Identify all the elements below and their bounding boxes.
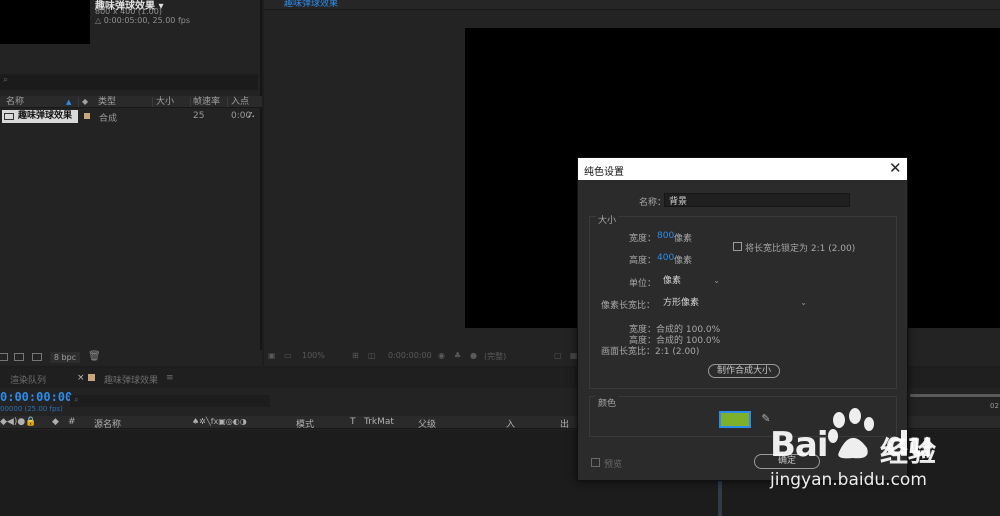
units-dropdown[interactable]: 像素 ⌄	[659, 274, 724, 288]
timeline-timecode[interactable]: 0:00:00:00	[0, 390, 72, 404]
comp-duration: △ 0:00:05:00, 25.00 fps	[95, 16, 191, 25]
col-mode[interactable]: 模式	[296, 417, 314, 430]
solid-name-input[interactable]	[664, 193, 850, 207]
project-panel: 趣味弹球效果 ▾ 800 x 400 (1.00) △ 0:00:05:00, …	[0, 0, 262, 366]
show-snapshot-icon[interactable]: ♣	[454, 351, 461, 360]
project-item-type: 合成	[99, 114, 118, 124]
grid-icon[interactable]: ⊞	[352, 351, 359, 360]
viewer-tabbar: 趣味弹球效果	[264, 0, 1000, 10]
project-search-input[interactable]: ⌕	[0, 74, 258, 90]
size-group-label: 大小	[596, 213, 619, 226]
height-unit: 像素	[674, 256, 693, 266]
col-size[interactable]: 大小	[156, 96, 174, 108]
pixel-aspect-dropdown[interactable]: 方形像素 ⌄	[659, 296, 811, 310]
bit-depth-button[interactable]: 8 bpc	[50, 352, 80, 363]
composition-icon	[4, 113, 14, 120]
label-color-swatch[interactable]	[84, 113, 90, 119]
project-column-header: 名称 ▲ ◆ 类型 大小 帧速率 入点	[0, 96, 262, 108]
width-unit: 像素	[674, 234, 693, 244]
av-switch-icons[interactable]: ◆◀)●🔒	[0, 417, 36, 427]
comp-dimensions: 800 x 400 (1.00)	[95, 7, 162, 16]
search-icon: ⌕	[74, 395, 79, 404]
time-ruler-label: 02	[990, 402, 999, 410]
timeline-frame-count: 00000 (25.00 fps)	[0, 405, 63, 413]
label-tag-icon[interactable]: ◆	[82, 96, 88, 108]
chevron-down-icon: ⌄	[713, 276, 720, 285]
tab-close-icon[interactable]: ×	[77, 373, 85, 383]
col-in[interactable]: 入点	[231, 96, 249, 108]
project-item-fps: 25	[193, 111, 205, 121]
height-value[interactable]: 400	[657, 253, 674, 263]
sort-arrow-icon[interactable]: ▲	[66, 96, 71, 108]
lock-aspect-label: 将长宽比锁定为 2:1 (2.00)	[745, 244, 856, 254]
pixel-aspect-label: 像素长宽比：	[601, 301, 656, 311]
switches-icons[interactable]: ♠✲╲fx▣◎◐◑	[192, 417, 247, 426]
interpret-footage-icon[interactable]	[0, 353, 8, 361]
snapshot-icon[interactable]: ◉	[438, 351, 445, 360]
info-frame-aspect: 画面长宽比：2:1 (2.00)	[601, 347, 700, 357]
mask-icon[interactable]: ◫	[368, 351, 376, 360]
dialog-titlebar[interactable]: 纯色设置 ✕	[578, 158, 907, 180]
tab-comp-swatch	[88, 374, 95, 381]
close-icon[interactable]: ✕	[889, 159, 902, 177]
label-tag-icon[interactable]: ◆	[52, 417, 59, 427]
col-source-name[interactable]: 源名称	[94, 417, 121, 430]
col-fps[interactable]: 帧速率	[193, 96, 220, 108]
panel-menu-icon[interactable]: ≡	[166, 373, 174, 383]
flowchart-icon[interactable]: ⛬	[248, 110, 254, 120]
comp-thumbnail	[0, 0, 90, 44]
trash-icon[interactable]: 🗑	[88, 351, 101, 362]
watermark-url: jingyan.baidu.com	[770, 470, 927, 490]
tab-comp-timeline[interactable]: 趣味弹球效果	[104, 373, 158, 386]
new-comp-icon[interactable]	[32, 353, 42, 361]
region-icon[interactable]: ▢	[554, 351, 562, 360]
width-value[interactable]: 800	[657, 231, 674, 241]
color-group-label: 颜色	[596, 396, 619, 409]
always-preview-icon[interactable]: ▣	[268, 351, 276, 360]
project-footer: 8 bpc 🗑	[0, 350, 262, 366]
search-icon: ⌕	[3, 75, 9, 85]
color-channel-icon[interactable]: ●	[470, 351, 477, 360]
col-number[interactable]: #	[68, 417, 76, 427]
col-type[interactable]: 类型	[98, 96, 116, 108]
col-t[interactable]: T	[350, 417, 356, 427]
make-comp-size-button[interactable]: 制作合成大小	[708, 364, 780, 378]
chevron-down-icon: ⌄	[800, 298, 807, 307]
height-label: 高度：	[629, 256, 657, 266]
width-label: 宽度：	[629, 234, 657, 244]
watermark-cn: 经验	[880, 435, 937, 468]
dialog-title: 纯色设置	[584, 167, 624, 178]
preview-checkbox[interactable]	[591, 458, 600, 467]
new-folder-icon[interactable]	[14, 353, 24, 361]
col-name[interactable]: 名称	[6, 96, 24, 108]
quality-dropdown[interactable]: (完整)	[484, 351, 506, 362]
col-parent[interactable]: 父级	[418, 417, 436, 430]
color-swatch[interactable]	[719, 411, 751, 428]
col-out[interactable]: 出	[560, 417, 569, 430]
pixel-aspect-value: 方形像素	[663, 298, 700, 308]
timeline-search-input[interactable]: ⌕	[70, 395, 270, 407]
units-value: 像素	[663, 276, 682, 286]
project-item-row[interactable]: 趣味弹球效果 合成 25 0:00 ⛬	[0, 110, 262, 124]
lock-aspect-checkbox[interactable]	[733, 242, 742, 251]
viewer-timecode[interactable]: 0:00:00:00	[388, 351, 432, 360]
name-label: 名称：	[639, 198, 667, 208]
col-trkmat[interactable]: TrkMat	[364, 417, 394, 427]
preview-label: 预览	[604, 460, 623, 470]
col-in[interactable]: 入	[506, 417, 515, 430]
zoom-dropdown[interactable]: 100%	[302, 351, 325, 360]
time-ruler[interactable]	[910, 394, 1000, 397]
watermark-brand-bai: Bai	[770, 425, 829, 465]
monitor-icon[interactable]: ▭	[284, 351, 292, 360]
viewer-tab-comp[interactable]: 趣味弹球效果	[284, 0, 338, 9]
tab-render-queue[interactable]: 渲染队列	[10, 373, 46, 386]
units-label: 单位：	[629, 279, 657, 289]
